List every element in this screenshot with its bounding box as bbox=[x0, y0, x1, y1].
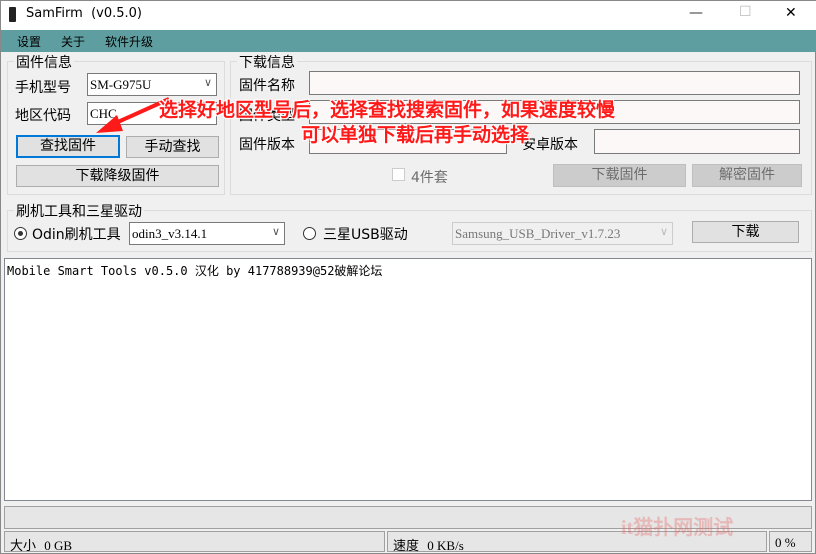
annotation-line-2: 可以单独下载后再手动选择 bbox=[301, 124, 530, 146]
region-label: 地区代码 bbox=[15, 108, 71, 124]
chevron-down-icon: ∨ bbox=[203, 77, 212, 89]
annotation-line-1: 选择好地区型号后，选择查找搜索固件，如果速度较慢 bbox=[159, 99, 616, 121]
model-label: 手机型号 bbox=[15, 80, 71, 96]
usb-driver-radio[interactable] bbox=[303, 227, 316, 240]
speed-value: 0 KB/s bbox=[427, 538, 464, 553]
download-downgrade-button[interactable]: 下载降级固件 bbox=[16, 165, 219, 187]
four-pack-checkbox[interactable] bbox=[392, 168, 405, 181]
firmware-version-label: 固件版本 bbox=[239, 137, 295, 153]
model-value: SM-G975U bbox=[90, 77, 152, 92]
maximize-button[interactable]: ☐ bbox=[739, 4, 752, 20]
window-title: SamFirm (v0.5.0) bbox=[26, 6, 142, 21]
decrypt-firmware-button[interactable]: 解密固件 bbox=[692, 164, 802, 187]
title-bar: SamFirm (v0.5.0) — ☐ ✕ bbox=[1, 1, 816, 30]
usb-driver-label: 三星USB驱动 bbox=[323, 227, 408, 243]
group-title: 固件信息 bbox=[14, 52, 74, 72]
download-firmware-button[interactable]: 下载固件 bbox=[553, 164, 686, 187]
close-button[interactable]: ✕ bbox=[785, 5, 797, 21]
log-output[interactable]: Mobile Smart Tools v0.5.0 汉化 by 41778893… bbox=[4, 258, 812, 501]
size-status: 大小 0 GB bbox=[4, 531, 385, 554]
tools-download-button[interactable]: 下载 bbox=[692, 221, 799, 243]
speed-label: 速度 bbox=[393, 539, 420, 554]
percent-status: 0 % bbox=[769, 531, 812, 552]
usb-driver-value: Samsung_USB_Driver_v1.7.23 bbox=[455, 226, 621, 241]
manual-find-button[interactable]: 手动查找 bbox=[126, 136, 219, 158]
android-version-label: 安卓版本 bbox=[522, 137, 578, 153]
odin-radio[interactable] bbox=[14, 227, 27, 240]
app-icon bbox=[9, 7, 16, 22]
group-title: 刷机工具和三星驱动 bbox=[14, 201, 144, 221]
menu-upgrade[interactable]: 软件升级 bbox=[105, 33, 153, 50]
chevron-down-icon: ∨ bbox=[659, 226, 668, 238]
size-value: 0 GB bbox=[44, 538, 73, 553]
size-label: 大小 bbox=[10, 539, 37, 554]
menu-about[interactable]: 关于 bbox=[61, 33, 85, 50]
group-title: 下载信息 bbox=[237, 52, 297, 72]
watermark: it猫扑网测试 bbox=[621, 517, 734, 539]
find-firmware-button[interactable]: 查找固件 bbox=[16, 135, 120, 158]
firmware-name-label: 固件名称 bbox=[239, 78, 295, 94]
menu-bar: 设置 关于 软件升级 bbox=[1, 30, 816, 52]
odin-label: Odin刷机工具 bbox=[32, 227, 121, 243]
menu-settings[interactable]: 设置 bbox=[17, 33, 41, 50]
usb-driver-select[interactable]: Samsung_USB_Driver_v1.7.23 ∨ bbox=[452, 222, 673, 245]
odin-select[interactable]: odin3_v3.14.1 ∨ bbox=[129, 222, 285, 245]
minimize-button[interactable]: — bbox=[689, 5, 703, 21]
chevron-down-icon: ∨ bbox=[271, 226, 280, 238]
log-line: Mobile Smart Tools v0.5.0 汉化 by 41778893… bbox=[7, 264, 383, 278]
firmware-name-field[interactable] bbox=[309, 71, 800, 95]
odin-value: odin3_v3.14.1 bbox=[132, 226, 208, 241]
four-pack-label: 4件套 bbox=[411, 170, 448, 186]
android-version-field[interactable] bbox=[594, 129, 800, 154]
